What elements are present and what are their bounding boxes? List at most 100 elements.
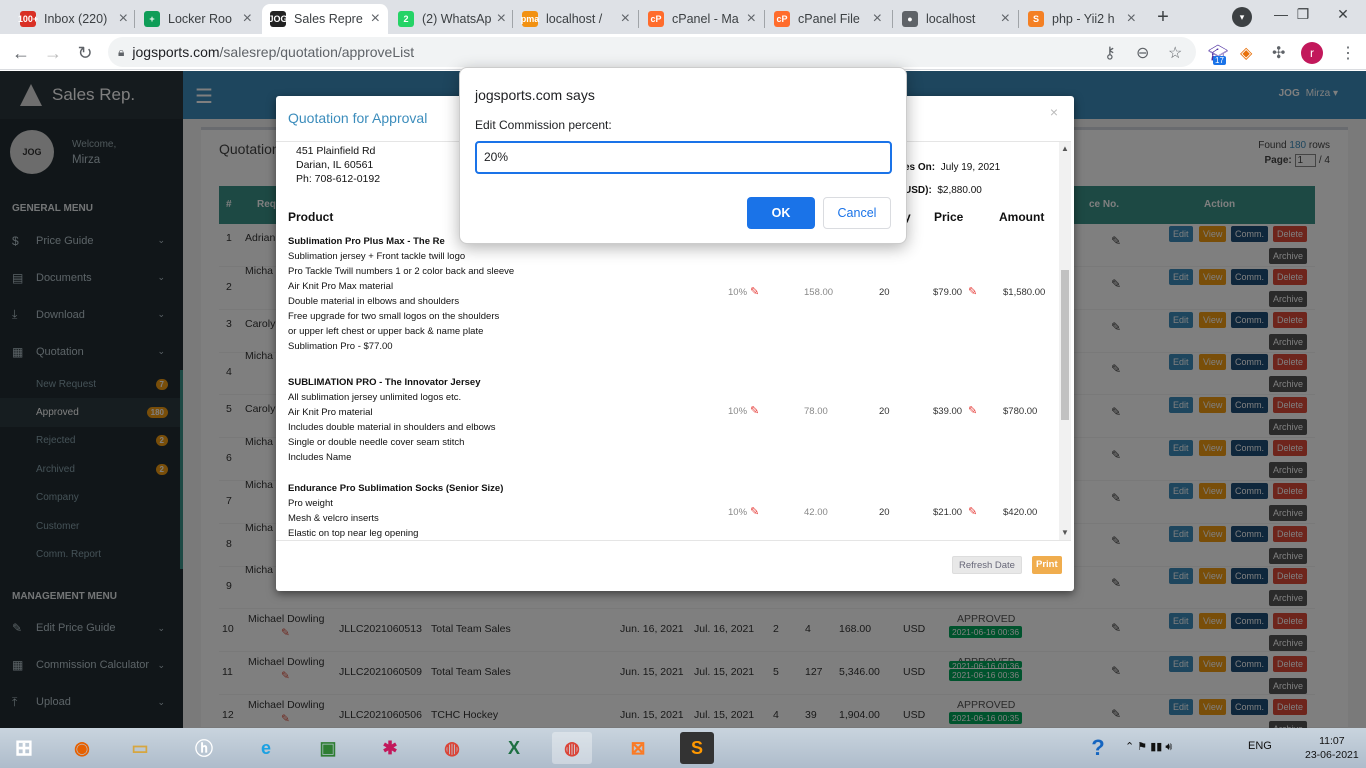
total-label: USD): bbox=[904, 185, 932, 196]
tab-7[interactable]: ● localhost × bbox=[894, 4, 1018, 34]
tab-close-icon[interactable]: × bbox=[1001, 10, 1010, 28]
zoom-icon[interactable]: ⊖ bbox=[1136, 43, 1149, 63]
help-icon[interactable]: ? bbox=[1078, 732, 1118, 764]
unit-price: $79.00 bbox=[933, 287, 963, 298]
store-icon[interactable]: ▣ bbox=[308, 732, 348, 764]
edit-commission-pencil-icon[interactable]: ✎ bbox=[750, 285, 759, 298]
language-indicator[interactable]: ENG bbox=[1248, 740, 1272, 752]
extensions-puzzle-icon[interactable]: ✣ bbox=[1272, 43, 1285, 63]
tab-label: cPanel - Ma bbox=[672, 12, 739, 26]
edit-price-pencil-icon[interactable]: ✎ bbox=[968, 285, 977, 298]
product-line: Elastic on top near leg opening bbox=[288, 528, 419, 539]
edit-commission-pencil-icon[interactable]: ✎ bbox=[750, 404, 759, 417]
tab-separator bbox=[638, 10, 639, 28]
tab-separator bbox=[512, 10, 513, 28]
col-amount: Amount bbox=[999, 210, 1045, 224]
lock-icon: 🔒︎ bbox=[118, 44, 125, 59]
clock[interactable]: 11:07 23-06-2021 bbox=[1305, 734, 1359, 762]
line-amount: $1,580.00 bbox=[1003, 287, 1046, 298]
stackoverflow-icon: S bbox=[1028, 11, 1044, 27]
tab-0[interactable]: 100+ Inbox (220) × bbox=[12, 4, 136, 34]
tab-label: Locker Roo bbox=[168, 12, 232, 26]
unit-price: $39.00 bbox=[933, 406, 963, 417]
refresh-date-button[interactable]: Refresh Date bbox=[952, 556, 1022, 574]
start-windows-icon[interactable]: ⊞ bbox=[4, 732, 44, 764]
scroll-thumb[interactable] bbox=[1061, 270, 1069, 420]
quantity: 20 bbox=[879, 287, 890, 298]
tab-search-icon[interactable]: ▾ bbox=[1232, 7, 1252, 27]
tab-separator bbox=[1018, 10, 1019, 28]
customer-address: 451 Plainfield Rd Darian, IL 60561 Ph: 7… bbox=[296, 144, 380, 186]
tray-icons[interactable]: ⌃ ⚑ ▮▮ 🔊︎ bbox=[1125, 740, 1172, 754]
modal-title: Quotation for Approval bbox=[288, 110, 428, 126]
unit-price: $21.00 bbox=[933, 507, 963, 518]
hp-icon[interactable]: ⓗ bbox=[184, 732, 224, 764]
cancel-button[interactable]: Cancel bbox=[823, 197, 891, 229]
back-icon[interactable]: ← bbox=[10, 42, 32, 64]
tab-close-icon[interactable]: × bbox=[873, 10, 882, 28]
extension-badge: 17 bbox=[1213, 56, 1226, 65]
tab-4[interactable]: pma localhost / × bbox=[514, 4, 638, 34]
edit-price-pencil-icon[interactable]: ✎ bbox=[968, 404, 977, 417]
dialog-label: Edit Commission percent: bbox=[475, 118, 612, 132]
product-line: Free upgrade for two small logos on the … bbox=[288, 311, 500, 322]
modal-scrollbar[interactable]: ▲ ▼ bbox=[1059, 142, 1071, 540]
commission-value: 10% bbox=[728, 287, 748, 298]
col-price: Price bbox=[934, 210, 964, 224]
cpanel-icon: cP bbox=[648, 11, 664, 27]
xampp-icon[interactable]: ⊠ bbox=[618, 732, 658, 764]
tab-close-icon[interactable]: × bbox=[243, 10, 252, 28]
product-line: or upper left chest or upper back & name… bbox=[288, 326, 484, 337]
tab-6[interactable]: cP cPanel File × bbox=[766, 4, 890, 34]
tab-8[interactable]: Sphp - Yii2 h × bbox=[1020, 4, 1144, 34]
product-line: Air Knit Pro Max material bbox=[288, 281, 394, 292]
window-close-icon[interactable]: ✕ bbox=[1320, 0, 1366, 34]
quantity: 20 bbox=[879, 507, 890, 518]
excel-icon[interactable]: X bbox=[494, 732, 534, 764]
forward-icon[interactable]: → bbox=[42, 42, 64, 64]
url-host: jogsports.com bbox=[132, 44, 220, 60]
product-line: Pro weight bbox=[288, 498, 333, 509]
firefox-icon[interactable]: ◉ bbox=[62, 732, 102, 764]
tab-2[interactable]: JOG Sales Repre × bbox=[262, 4, 388, 34]
tab-close-icon[interactable]: × bbox=[371, 10, 380, 28]
edit-commission-pencil-icon[interactable]: ✎ bbox=[750, 505, 759, 518]
new-tab-icon[interactable]: + bbox=[1152, 6, 1174, 28]
scroll-down-icon[interactable]: ▼ bbox=[1061, 528, 1069, 537]
profile-avatar[interactable]: r bbox=[1301, 42, 1323, 64]
file-explorer-icon[interactable]: ▭ bbox=[120, 732, 160, 764]
tab-close-icon[interactable]: × bbox=[119, 10, 128, 28]
edit-price-pencil-icon[interactable]: ✎ bbox=[968, 505, 977, 518]
tab-close-icon[interactable]: × bbox=[1127, 10, 1136, 28]
tab-3[interactable]: 2 (2) WhatsAp × bbox=[390, 4, 514, 34]
phpmyadmin-icon: pma bbox=[521, 11, 539, 27]
tab-close-icon[interactable]: × bbox=[497, 10, 506, 28]
extension-fox-icon[interactable]: ◈ bbox=[1240, 43, 1252, 63]
commission-input[interactable]: 20% bbox=[475, 141, 892, 174]
tab-5[interactable]: cP cPanel - Ma × bbox=[640, 4, 764, 34]
print-button[interactable]: Print bbox=[1032, 556, 1062, 574]
tab-close-icon[interactable]: × bbox=[621, 10, 630, 28]
menu-kebab-icon[interactable]: ⋮ bbox=[1340, 43, 1356, 63]
chrome-icon[interactable]: ◍ bbox=[432, 732, 472, 764]
sublime-icon[interactable]: S bbox=[680, 732, 714, 764]
paint-app-icon[interactable]: ✱ bbox=[370, 732, 410, 764]
key-icon[interactable]: ⚷ bbox=[1104, 43, 1116, 63]
product-name: Endurance Pro Sublimation Socks (Senior … bbox=[288, 483, 504, 494]
product-name: SUBLIMATION PRO - The Innovator Jersey bbox=[288, 377, 481, 388]
product-line: Includes double material in shoulders an… bbox=[288, 422, 496, 433]
ie-icon[interactable]: e bbox=[246, 732, 286, 764]
tab-label: cPanel File bbox=[798, 12, 860, 26]
product-description: Sublimation Pro Plus Max - The Re Sublima… bbox=[288, 234, 514, 354]
reload-icon[interactable]: ↻ bbox=[74, 42, 96, 64]
address-line: Ph: 708-612-0192 bbox=[296, 173, 381, 185]
bookmark-star-icon[interactable]: ☆ bbox=[1168, 43, 1182, 63]
ok-button[interactable]: OK bbox=[747, 197, 815, 229]
scroll-up-icon[interactable]: ▲ bbox=[1061, 144, 1069, 153]
tab-separator bbox=[892, 10, 893, 28]
tab-close-icon[interactable]: × bbox=[747, 10, 756, 28]
tab-1[interactable]: + Locker Roo × bbox=[136, 4, 260, 34]
chrome-profile-icon[interactable]: ◍ bbox=[552, 732, 592, 764]
modal-close-icon[interactable]: × bbox=[1050, 104, 1058, 120]
address-bar[interactable]: 🔒︎ jogsports.com/salesrep/quotation/appr… bbox=[108, 37, 1196, 67]
